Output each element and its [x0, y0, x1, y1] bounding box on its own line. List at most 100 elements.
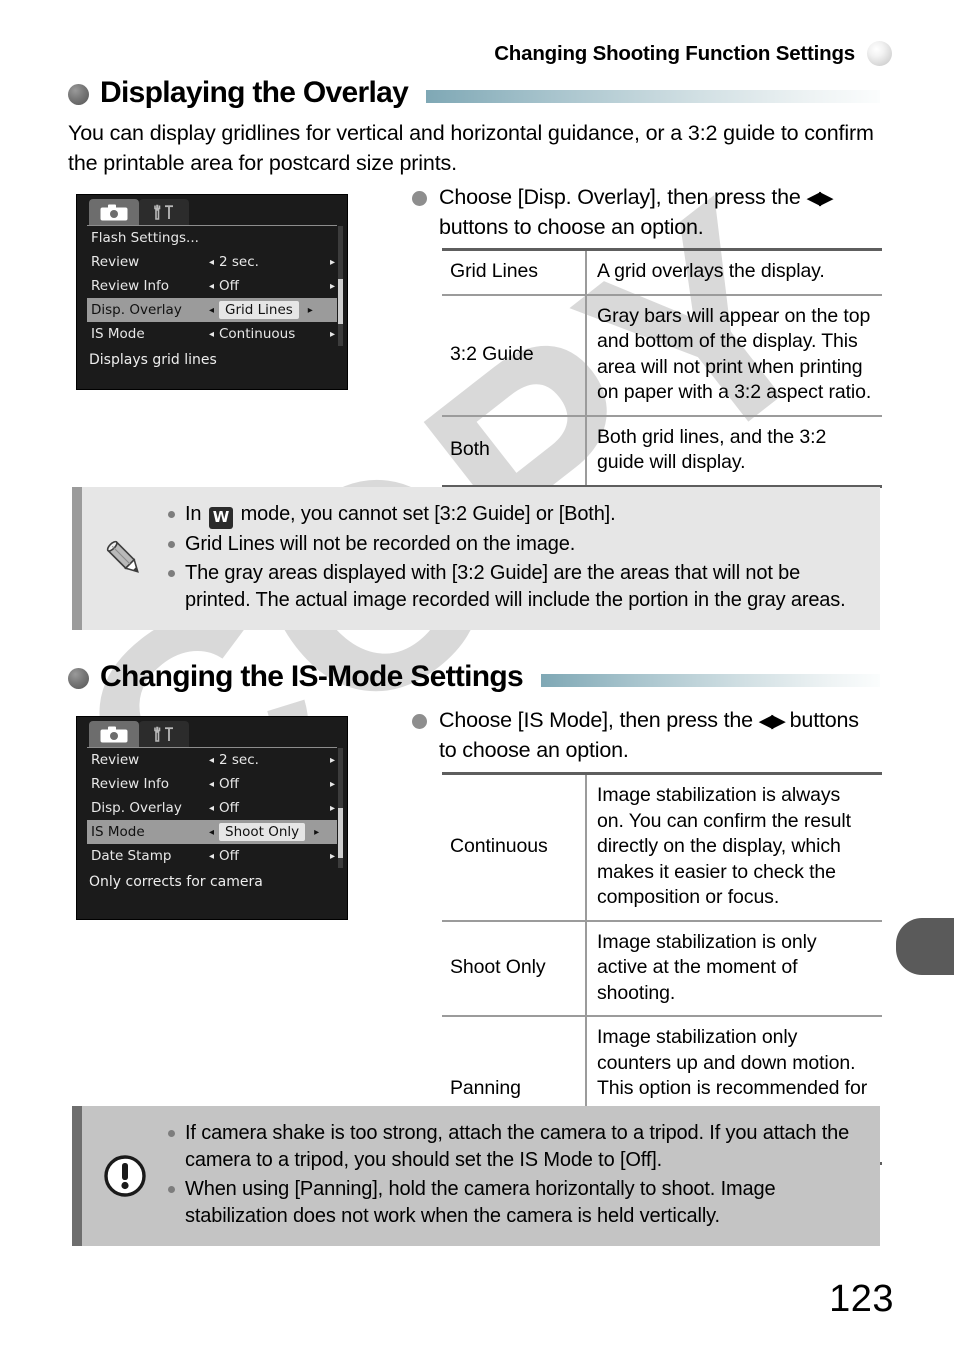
lcd-row-value: Off	[219, 848, 239, 864]
callout-bullet: When using [Panning], hold the camera ho…	[168, 1176, 862, 1230]
section-bullet-icon	[68, 668, 89, 689]
table-row: Both Both grid lines, and the 3:2 guide …	[442, 415, 882, 486]
lcd-left-arrow-icon: ◂	[209, 280, 215, 292]
option-description: A grid overlays the display.	[597, 260, 825, 282]
section-title: Changing the IS-Mode Settings	[100, 660, 524, 693]
step-text: Choose [IS Mode], then press the ◀▶ butt…	[439, 706, 882, 765]
lcd-row-value: Off	[219, 776, 239, 792]
option-name: Continuous	[442, 773, 587, 921]
bullet-text-post: mode, you cannot set [3:2 Guide] or [Bot…	[235, 503, 616, 525]
lcd-row-value: 2 sec.	[219, 254, 259, 270]
heading-rule	[541, 673, 880, 687]
lcd-row-label: IS Mode	[91, 326, 145, 342]
lcd-right-arrow-icon: ▸	[329, 802, 335, 814]
lcd-row[interactable]: Disp. Overlay ◂ Off ▸	[87, 796, 337, 820]
lcd-row-value: Grid Lines	[219, 301, 299, 319]
option-name: Both	[442, 415, 587, 486]
warning-callout: If camera shake is too strong, attach th…	[72, 1106, 880, 1246]
lcd-right-arrow-icon: ▸	[329, 850, 335, 862]
lcd-tab-camera[interactable]	[89, 721, 139, 747]
lcd-right-arrow-icon: ▸	[329, 328, 335, 340]
lcd-left-arrow-icon: ◂	[209, 256, 215, 268]
step-text-before: Choose [Disp. Overlay], then press the	[439, 185, 807, 209]
callout-icon-cell	[82, 536, 168, 582]
callout-bullet: The gray areas displayed with [3:2 Guide…	[168, 560, 862, 614]
option-description: Both grid lines, and the 3:2 guide will …	[597, 425, 827, 474]
lcd-row[interactable]: Review ◂ 2 sec. ▸	[87, 250, 337, 274]
manual-page: Changing Shooting Function Settings Disp…	[0, 0, 954, 1345]
camera-icon	[100, 204, 128, 220]
lcd-scrollbar[interactable]	[338, 226, 343, 346]
bullet-text-pre: In	[185, 503, 207, 525]
lcd-row-label: Disp. Overlay	[91, 800, 182, 816]
lcd-left-arrow-icon: ◂	[209, 754, 215, 766]
step-instruction-ismode: Choose [IS Mode], then press the ◀▶ butt…	[412, 706, 882, 765]
lcd-row-selected[interactable]: Disp. Overlay ◂ Grid Lines ▸	[87, 298, 337, 322]
bullet-dot-icon	[168, 570, 175, 577]
lcd-tab-strip	[77, 195, 347, 225]
lcd-row-label: Flash Settings...	[91, 230, 199, 246]
lcd-row-label: IS Mode	[91, 824, 145, 840]
bullet-dot-icon	[168, 1186, 175, 1193]
callout-bullet-text: Grid Lines will not be recorded on the i…	[185, 533, 576, 555]
lcd-tab-strip	[77, 717, 347, 747]
lcd-row[interactable]: Review Info ◂ Off ▸	[87, 772, 337, 796]
lcd-hint-text: Only corrects for camera	[89, 874, 263, 890]
callout-bullet-text: When using [Panning], hold the camera ho…	[185, 1178, 776, 1227]
section-title: Displaying the Overlay	[100, 76, 409, 109]
lcd-row-value: Off	[219, 800, 239, 816]
step-bullet-icon	[412, 714, 427, 729]
lcd-row-label: Date Stamp	[91, 848, 172, 864]
lcd-row[interactable]: Review Info ◂ Off ▸	[87, 274, 337, 298]
lcd-row-value: Continuous	[219, 326, 296, 342]
page-number: 123	[829, 1278, 894, 1320]
lcd-tab-camera[interactable]	[89, 199, 139, 225]
bullet-dot-icon	[168, 511, 175, 518]
lcd-row-selected[interactable]: IS Mode ◂ Shoot Only ▸	[87, 820, 337, 844]
lcd-scrollbar[interactable]	[338, 748, 343, 868]
callout-icon-cell	[82, 1152, 168, 1200]
lcd-right-arrow-icon: ▸	[329, 778, 335, 790]
section-bullet-icon	[68, 84, 89, 105]
lcd-hint-text: Displays grid lines	[89, 352, 217, 368]
lcd-row[interactable]: Date Stamp ◂ Off ▸	[87, 844, 337, 868]
lcd-row-value: 2 sec.	[219, 752, 259, 768]
step-bullet-icon	[412, 191, 427, 206]
note-callout: In W mode, you cannot set [3:2 Guide] or…	[72, 487, 880, 630]
lcd-row[interactable]: IS Mode ◂ Continuous ▸	[87, 322, 337, 346]
lcd-row[interactable]: Review ◂ 2 sec. ▸	[87, 748, 337, 772]
lcd-menu-list: Flash Settings... Review ◂ 2 sec. ▸ Revi…	[87, 225, 343, 346]
camera-menu-screenshot-overlay: Flash Settings... Review ◂ 2 sec. ▸ Revi…	[76, 194, 348, 390]
lcd-row-label: Review	[91, 752, 140, 768]
callout-body: In W mode, you cannot set [3:2 Guide] or…	[168, 487, 880, 630]
lcd-left-arrow-icon: ◂	[209, 802, 215, 814]
chapter-thumb-tab	[896, 918, 954, 975]
running-header-title: Changing Shooting Function Settings	[494, 41, 855, 65]
lcd-row-label: Review Info	[91, 776, 170, 792]
lcd-row-label: Disp. Overlay	[91, 302, 182, 318]
wrench-tools-icon	[154, 726, 173, 742]
callout-bullet-text: In W mode, you cannot set [3:2 Guide] or…	[185, 501, 862, 529]
lcd-left-arrow-icon: ◂	[209, 778, 215, 790]
lcd-row[interactable]: Flash Settings...	[87, 226, 337, 250]
option-description: Image stabilization is always on. You ca…	[597, 784, 851, 908]
camera-icon	[100, 726, 128, 742]
table-row: Grid Lines A grid overlays the display.	[442, 249, 882, 295]
callout-accent-bar	[72, 1106, 82, 1246]
left-right-buttons-icon: ◀▶	[758, 711, 786, 732]
lcd-right-arrow-icon: ▸	[314, 826, 320, 838]
running-header: Changing Shooting Function Settings	[494, 41, 892, 66]
gray-sphere-icon	[867, 41, 892, 66]
callout-bullet-text: If camera shake is too strong, attach th…	[185, 1122, 850, 1171]
lcd-tab-settings[interactable]	[139, 199, 189, 225]
bullet-dot-icon	[168, 1130, 175, 1137]
callout-body: If camera shake is too strong, attach th…	[168, 1106, 880, 1246]
table-row: Shoot Only Image stabilization is only a…	[442, 920, 882, 1016]
lcd-tab-settings[interactable]	[139, 721, 189, 747]
callout-bullet: Grid Lines will not be recorded on the i…	[168, 531, 862, 558]
option-name: Grid Lines	[442, 249, 587, 295]
lcd-right-arrow-icon: ▸	[329, 256, 335, 268]
lcd-menu-list: Review ◂ 2 sec. ▸ Review Info ◂ Off ▸ Di…	[87, 747, 343, 868]
heading-rule	[426, 89, 880, 103]
w-mode-badge-icon: W	[208, 507, 234, 529]
